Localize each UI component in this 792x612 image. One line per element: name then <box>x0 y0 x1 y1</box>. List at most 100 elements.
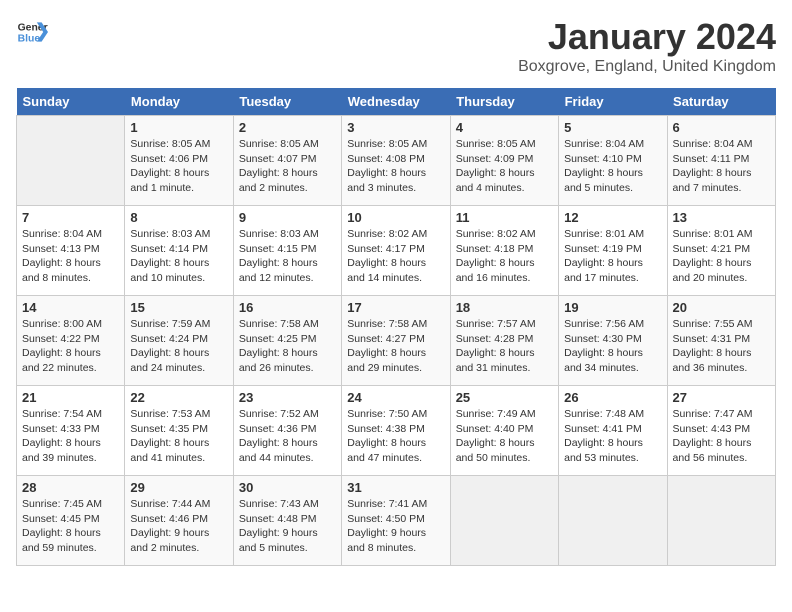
day-cell: 16Sunrise: 7:58 AM Sunset: 4:25 PM Dayli… <box>233 296 341 386</box>
day-number: 29 <box>130 480 227 495</box>
day-cell: 10Sunrise: 8:02 AM Sunset: 4:17 PM Dayli… <box>342 206 450 296</box>
day-cell: 12 Sunrise: 8:01 AM Sunset: 4:19 PM Dayli… <box>559 206 667 296</box>
day-number: 9 <box>239 210 336 225</box>
day-cell: 28Sunrise: 7:45 AM Sunset: 4:45 PM Dayli… <box>17 476 125 566</box>
day-cell: 9 Sunrise: 8:03 AM Sunset: 4:15 PM Daylig… <box>233 206 341 296</box>
day-cell: 6 Sunrise: 8:04 AM Sunset: 4:11 PM Daylig… <box>667 116 775 206</box>
weekday-header-row: SundayMondayTuesdayWednesdayThursdayFrid… <box>17 88 776 116</box>
day-info: Sunrise: 8:05 AM Sunset: 4:07 PM Dayligh… <box>239 137 336 196</box>
day-info: Sunrise: 8:05 AM Sunset: 4:06 PM Dayligh… <box>130 137 227 196</box>
day-cell <box>559 476 667 566</box>
day-info: Sunrise: 7:41 AM Sunset: 4:50 PM Dayligh… <box>347 497 444 556</box>
day-cell <box>17 116 125 206</box>
day-cell: 3 Sunrise: 8:05 AM Sunset: 4:08 PM Daylig… <box>342 116 450 206</box>
weekday-header-saturday: Saturday <box>667 88 775 116</box>
day-cell: 21 Sunrise: 7:54 AM Sunset: 4:33 PM Dayli… <box>17 386 125 476</box>
day-number: 21 <box>22 390 119 405</box>
day-info: Sunrise: 8:03 AM Sunset: 4:15 PM Dayligh… <box>239 227 336 286</box>
day-cell: 27 Sunrise: 7:47 AM Sunset: 4:43 PM Dayli… <box>667 386 775 476</box>
day-number: 5 <box>564 120 661 135</box>
day-info: Sunrise: 8:01 AM Sunset: 4:19 PM Dayligh… <box>564 227 661 286</box>
day-cell: 18Sunrise: 7:57 AM Sunset: 4:28 PM Dayli… <box>450 296 558 386</box>
day-info: Sunrise: 7:43 AM Sunset: 4:48 PM Dayligh… <box>239 497 336 556</box>
day-cell: 19Sunrise: 7:56 AM Sunset: 4:30 PM Dayli… <box>559 296 667 386</box>
day-number: 12 <box>564 210 661 225</box>
week-row-1: 1Sunrise: 8:05 AM Sunset: 4:06 PM Daylig… <box>17 116 776 206</box>
day-info: Sunrise: 8:03 AM Sunset: 4:14 PM Dayligh… <box>130 227 227 286</box>
day-cell: 13 Sunrise: 8:01 AM Sunset: 4:21 PM Dayli… <box>667 206 775 296</box>
day-cell: 23 Sunrise: 7:52 AM Sunset: 4:36 PM Dayli… <box>233 386 341 476</box>
day-info: Sunrise: 8:04 AM Sunset: 4:11 PM Dayligh… <box>673 137 770 196</box>
day-number: 3 <box>347 120 444 135</box>
day-number: 8 <box>130 210 227 225</box>
calendar-subtitle: Boxgrove, England, United Kingdom <box>518 58 776 76</box>
day-number: 13 <box>673 210 770 225</box>
day-cell: 11 Sunrise: 8:02 AM Sunset: 4:18 PM Dayli… <box>450 206 558 296</box>
calendar-title: January 2024 <box>518 16 776 58</box>
weekday-header-tuesday: Tuesday <box>233 88 341 116</box>
day-number: 15 <box>130 300 227 315</box>
day-info: Sunrise: 7:54 AM Sunset: 4:33 PM Dayligh… <box>22 407 119 466</box>
day-number: 28 <box>22 480 119 495</box>
day-number: 27 <box>673 390 770 405</box>
day-cell: 17 Sunrise: 7:58 AM Sunset: 4:27 PM Dayli… <box>342 296 450 386</box>
weekday-header-wednesday: Wednesday <box>342 88 450 116</box>
day-info: Sunrise: 7:47 AM Sunset: 4:43 PM Dayligh… <box>673 407 770 466</box>
day-info: Sunrise: 8:02 AM Sunset: 4:18 PM Dayligh… <box>456 227 553 286</box>
day-number: 7 <box>22 210 119 225</box>
title-area: January 2024 Boxgrove, England, United K… <box>518 16 776 76</box>
day-number: 20 <box>673 300 770 315</box>
day-cell: 1Sunrise: 8:05 AM Sunset: 4:06 PM Daylig… <box>125 116 233 206</box>
day-number: 22 <box>130 390 227 405</box>
day-info: Sunrise: 8:01 AM Sunset: 4:21 PM Dayligh… <box>673 227 770 286</box>
day-info: Sunrise: 7:57 AM Sunset: 4:28 PM Dayligh… <box>456 317 553 376</box>
day-cell: 25Sunrise: 7:49 AM Sunset: 4:40 PM Dayli… <box>450 386 558 476</box>
week-row-5: 28Sunrise: 7:45 AM Sunset: 4:45 PM Dayli… <box>17 476 776 566</box>
day-cell: 4Sunrise: 8:05 AM Sunset: 4:09 PM Daylig… <box>450 116 558 206</box>
day-info: Sunrise: 7:50 AM Sunset: 4:38 PM Dayligh… <box>347 407 444 466</box>
day-info: Sunrise: 7:52 AM Sunset: 4:36 PM Dayligh… <box>239 407 336 466</box>
day-info: Sunrise: 7:55 AM Sunset: 4:31 PM Dayligh… <box>673 317 770 376</box>
day-info: Sunrise: 7:48 AM Sunset: 4:41 PM Dayligh… <box>564 407 661 466</box>
week-row-2: 7 Sunrise: 8:04 AM Sunset: 4:13 PM Daylig… <box>17 206 776 296</box>
weekday-header-thursday: Thursday <box>450 88 558 116</box>
calendar-table: SundayMondayTuesdayWednesdayThursdayFrid… <box>16 88 776 566</box>
day-number: 6 <box>673 120 770 135</box>
day-number: 17 <box>347 300 444 315</box>
day-number: 23 <box>239 390 336 405</box>
calendar-body: 1Sunrise: 8:05 AM Sunset: 4:06 PM Daylig… <box>17 116 776 566</box>
day-info: Sunrise: 7:58 AM Sunset: 4:27 PM Dayligh… <box>347 317 444 376</box>
day-cell: 31 Sunrise: 7:41 AM Sunset: 4:50 PM Dayli… <box>342 476 450 566</box>
day-info: Sunrise: 7:44 AM Sunset: 4:46 PM Dayligh… <box>130 497 227 556</box>
day-cell: 5 Sunrise: 8:04 AM Sunset: 4:10 PM Daylig… <box>559 116 667 206</box>
day-info: Sunrise: 8:05 AM Sunset: 4:08 PM Dayligh… <box>347 137 444 196</box>
day-cell: 30 Sunrise: 7:43 AM Sunset: 4:48 PM Dayli… <box>233 476 341 566</box>
day-cell: 24Sunrise: 7:50 AM Sunset: 4:38 PM Dayli… <box>342 386 450 476</box>
logo: General Blue <box>16 16 48 48</box>
day-cell: 14 Sunrise: 8:00 AM Sunset: 4:22 PM Dayli… <box>17 296 125 386</box>
day-number: 30 <box>239 480 336 495</box>
day-cell: 29 Sunrise: 7:44 AM Sunset: 4:46 PM Dayli… <box>125 476 233 566</box>
day-info: Sunrise: 8:04 AM Sunset: 4:10 PM Dayligh… <box>564 137 661 196</box>
day-cell: 7 Sunrise: 8:04 AM Sunset: 4:13 PM Daylig… <box>17 206 125 296</box>
day-number: 26 <box>564 390 661 405</box>
day-cell <box>667 476 775 566</box>
day-cell: 2Sunrise: 8:05 AM Sunset: 4:07 PM Daylig… <box>233 116 341 206</box>
day-info: Sunrise: 7:58 AM Sunset: 4:25 PM Dayligh… <box>239 317 336 376</box>
day-info: Sunrise: 8:00 AM Sunset: 4:22 PM Dayligh… <box>22 317 119 376</box>
day-number: 10 <box>347 210 444 225</box>
day-number: 11 <box>456 210 553 225</box>
page-header: General Blue January 2024 Boxgrove, Engl… <box>16 16 776 76</box>
day-info: Sunrise: 8:05 AM Sunset: 4:09 PM Dayligh… <box>456 137 553 196</box>
day-cell: 15Sunrise: 7:59 AM Sunset: 4:24 PM Dayli… <box>125 296 233 386</box>
day-cell: 8 Sunrise: 8:03 AM Sunset: 4:14 PM Daylig… <box>125 206 233 296</box>
day-info: Sunrise: 7:49 AM Sunset: 4:40 PM Dayligh… <box>456 407 553 466</box>
day-cell: 26 Sunrise: 7:48 AM Sunset: 4:41 PM Dayli… <box>559 386 667 476</box>
weekday-header-sunday: Sunday <box>17 88 125 116</box>
day-info: Sunrise: 8:04 AM Sunset: 4:13 PM Dayligh… <box>22 227 119 286</box>
day-cell: 20 Sunrise: 7:55 AM Sunset: 4:31 PM Dayli… <box>667 296 775 386</box>
weekday-header-monday: Monday <box>125 88 233 116</box>
day-number: 14 <box>22 300 119 315</box>
day-cell <box>450 476 558 566</box>
day-number: 31 <box>347 480 444 495</box>
